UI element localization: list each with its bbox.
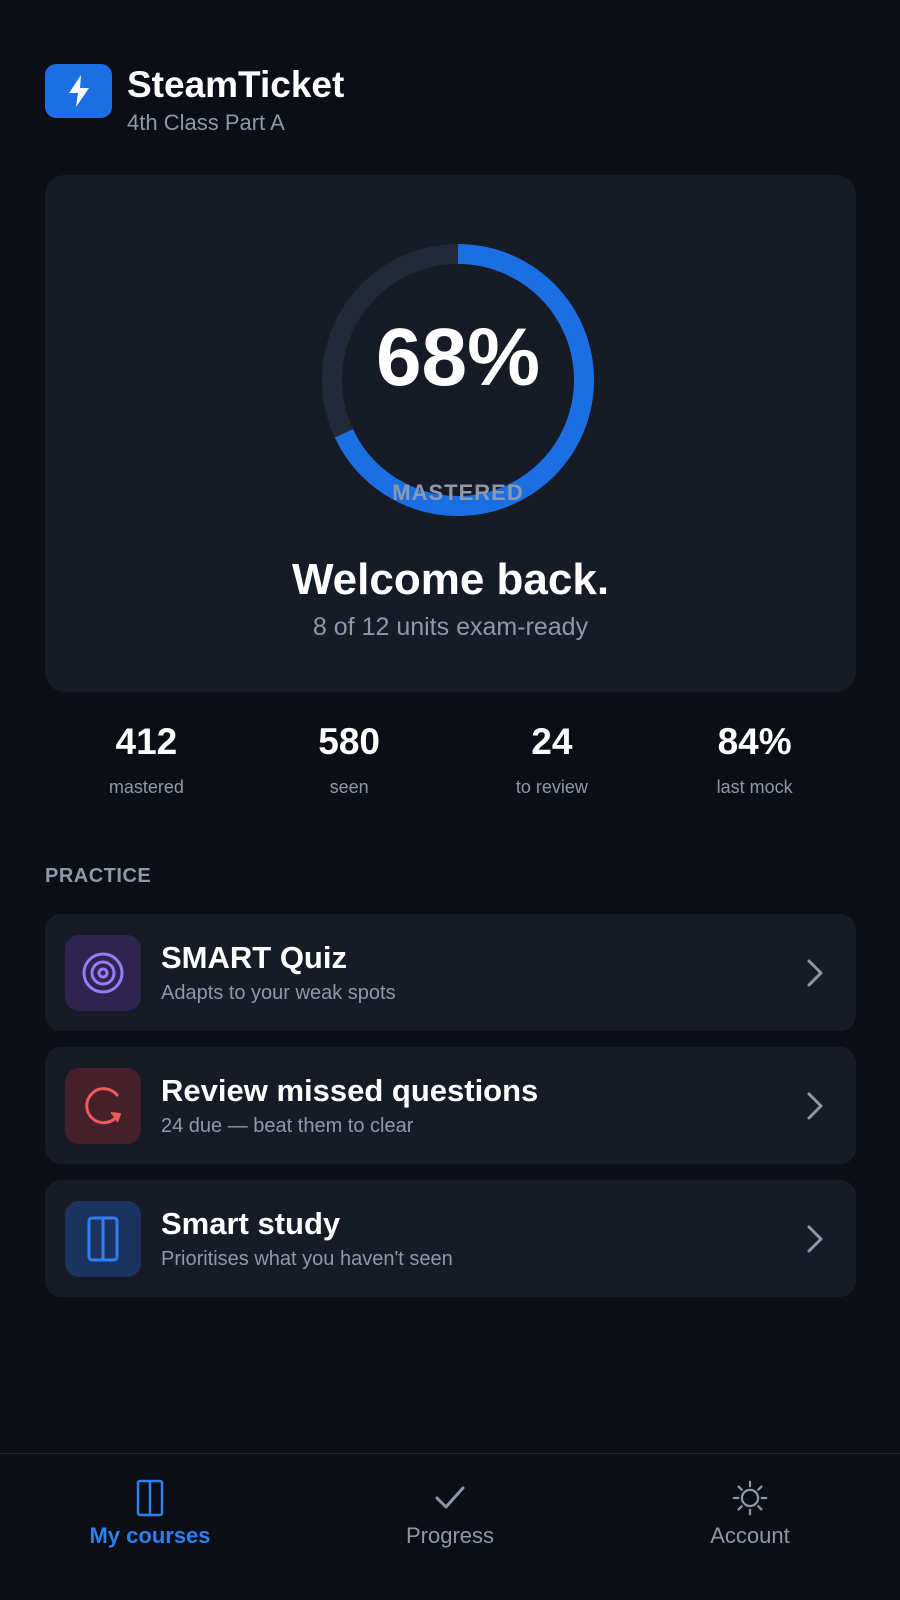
stat-to-review: 24 to review	[451, 720, 654, 798]
nav-label: Progress	[405, 1523, 495, 1548]
stat-label: seen	[329, 777, 369, 797]
card-title: Review missed questions	[161, 1073, 539, 1108]
refresh-icon	[65, 1067, 141, 1144]
card-title: SMART Quiz	[161, 940, 347, 975]
nav-label: Account	[710, 1523, 790, 1548]
nav-account[interactable]: Account	[600, 1454, 900, 1600]
progress-label: MASTERED	[392, 480, 524, 505]
nav-label: My courses	[89, 1523, 211, 1548]
welcome-subtitle: 8 of 12 units exam-ready	[312, 613, 589, 641]
stat-label: mastered	[108, 777, 184, 797]
smart-study-card[interactable]: Smart study Prioritises what you haven't…	[45, 1180, 856, 1297]
stat-value: 84%	[717, 721, 792, 762]
check-icon	[432, 1478, 468, 1518]
app-subtitle: 4th Class Part A	[127, 110, 285, 135]
stat-value: 580	[318, 721, 380, 762]
stat-value: 412	[115, 721, 178, 762]
card-subtitle: Adapts to your weak spots	[161, 982, 396, 1004]
welcome-title: Welcome back.	[291, 555, 610, 604]
app-header: SteamTicket 4th Class Part A	[45, 64, 344, 136]
app-title: SteamTicket	[127, 64, 345, 105]
card-subtitle: 24 due — beat them to clear	[161, 1115, 414, 1137]
chevron-right-icon	[807, 1092, 823, 1119]
nav-my-courses[interactable]: My courses	[0, 1454, 300, 1600]
chevron-right-icon	[807, 959, 823, 986]
chevron-right-icon	[807, 1225, 823, 1252]
card-title: Smart study	[161, 1206, 341, 1241]
lightning-icon	[45, 64, 112, 118]
bottom-nav: My courses Progress Account	[0, 1453, 900, 1600]
card-subtitle: Prioritises what you haven't seen	[161, 1248, 453, 1270]
section-title-practice: PRACTICE	[45, 865, 152, 887]
nav-progress[interactable]: Progress	[300, 1454, 600, 1600]
stat-mastered: 412 mastered	[45, 720, 248, 798]
progress-percent: 68%	[375, 312, 541, 403]
book-icon	[132, 1478, 168, 1518]
stat-seen: 580 seen	[248, 720, 451, 798]
smart-quiz-card[interactable]: SMART Quiz Adapts to your weak spots	[45, 914, 856, 1031]
stat-label: last mock	[716, 777, 793, 797]
stat-last-mock: 84% last mock	[653, 720, 856, 798]
review-missed-card[interactable]: Review missed questions 24 due — beat th…	[45, 1047, 856, 1164]
progress-ring: 68% MASTERED	[313, 235, 603, 525]
stat-label: to review	[515, 777, 588, 797]
stats-row: 412 mastered 580 seen 24 to review 84% l…	[45, 720, 856, 798]
sun-icon	[732, 1478, 768, 1518]
stat-value: 24	[531, 721, 573, 762]
progress-card: 68% MASTERED Welcome back. 8 of 12 units…	[45, 175, 856, 692]
book-icon	[65, 1200, 141, 1277]
target-icon	[65, 934, 141, 1011]
